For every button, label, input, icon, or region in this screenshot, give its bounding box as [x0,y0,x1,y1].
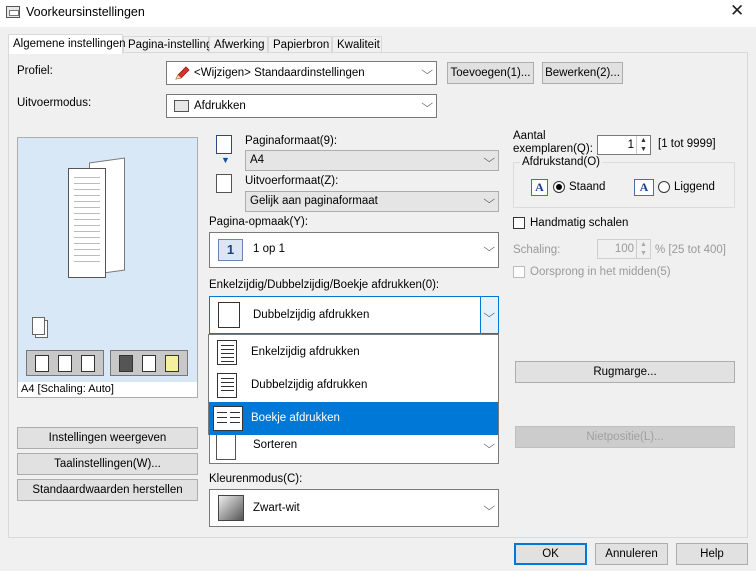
single-page-icon [34,354,49,372]
output-mode-select[interactable]: Afdrukken ⌵ [166,94,437,118]
copies-label-line2: exemplaren(Q): [513,143,593,155]
arrow-down-icon: ▼ [221,155,230,165]
scaling-value: 100 [614,243,634,255]
center-origin-checkbox[interactable] [513,266,525,278]
profile-value: <Wijzigen> Standaardinstellingen [194,67,365,79]
grayscale-icon [218,495,244,521]
page-size-value: A4 [250,154,265,166]
single-sided-icon [217,340,237,365]
color-mode-button[interactable] [110,350,188,376]
spin-arrows-icon[interactable]: ▲ ▼ [636,240,650,258]
duplex-mode-button[interactable] [26,350,104,376]
color-mode-value: Zwart-wit [253,502,300,514]
highlight-page-icon [165,354,180,372]
collate-value: Sorteren [253,439,298,451]
manual-scaling-checkbox[interactable] [513,217,525,229]
chevron-down-icon: ⌵ [482,242,495,254]
spin-arrows-icon[interactable]: ▲ ▼ [636,136,650,154]
scaling-label: Schaling: [513,244,561,256]
option-single-sided[interactable]: Enkelzijdig afdrukken [209,336,498,369]
color-mode-label: Kleurenmodus(C): [209,473,303,485]
staple-position-button[interactable]: Nietpositie(L)... [515,426,735,448]
restore-defaults-button[interactable]: Standaardwaarden herstellen [17,479,198,501]
option-double-sided[interactable]: Dubbelzijdig afdrukken [209,369,498,402]
chevron-down-icon: ⌵ [420,65,433,77]
scaling-input[interactable]: 100 ▲ ▼ [597,239,651,259]
output-mode-value: Afdrukken [194,100,246,112]
page-layout-value: 1 op 1 [253,243,285,255]
chevron-down-icon: ⌵ [420,98,433,110]
pencil-icon [174,66,190,81]
page-layout-label: Pagina-opmaak(Y): [209,216,309,228]
output-size-icon [216,174,232,193]
manual-scaling-label: Handmatig schalen [530,217,629,229]
show-settings-button[interactable]: Instellingen weergeven [17,427,198,449]
page-size-select[interactable]: A4 ⌵ [245,150,499,171]
gray-page-icon [141,354,156,372]
one-up-icon: 1 [218,239,243,261]
duplex-dropdown-list: Enkelzijdig afdrukken Dubbelzijdig afdru… [208,334,499,435]
copies-label-line1: Aantal [513,130,546,142]
output-size-select[interactable]: Gelijk aan paginaformaat ⌵ [245,191,499,212]
page-layout-select[interactable]: 1 1 op 1 ⌵ [209,232,499,268]
preview-caption: A4 [Schaling: Auto] [17,382,198,398]
add-profile-button[interactable]: Toevoegen(1)... [447,62,534,84]
landscape-label: Liggend [674,181,715,193]
printer-icon [174,100,189,112]
portrait-label: Staand [569,181,606,193]
chevron-down-icon: ⌵ [482,308,495,320]
tab-general[interactable]: Algemene instellingen [8,34,126,54]
portrait-icon: A [531,179,548,196]
duplex-select[interactable]: Dubbelzijdig afdrukken ⌵ [209,296,499,334]
orientation-group-label: Afdrukstand(O) [520,156,602,168]
window-title: Voorkeursinstellingen [26,5,145,19]
landscape-radio[interactable] [658,181,670,193]
color-page-icon [118,354,133,372]
color-mode-select[interactable]: Zwart-wit ⌵ [209,489,499,527]
scaling-range: % [25 tot 400] [655,244,726,256]
option-booklet[interactable]: Boekje afdrukken [209,402,498,435]
ok-button[interactable]: OK [514,543,587,565]
output-mode-label: Uitvoermodus: [17,97,92,109]
collate-select[interactable]: Sorteren ⌵ [209,434,499,464]
copies-value: 1 [627,139,634,151]
printer-icon [6,6,20,18]
chevron-down-icon: ⌵ [482,153,495,165]
landscape-icon: A [634,179,654,196]
profile-select[interactable]: <Wijzigen> Standaardinstellingen ⌵ [166,61,437,85]
double-page-icon [57,354,72,372]
collate-icon [216,434,236,460]
booklet-icon [81,354,96,372]
double-sided-icon [217,373,237,398]
cancel-button[interactable]: Annuleren [595,543,668,565]
center-origin-label: Oorsprong in het midden(5) [530,266,671,278]
language-settings-button[interactable]: Taalinstellingen(W)... [17,453,198,475]
copies-range: [1 tot 9999] [658,138,716,150]
duplex-page-icon [218,302,240,328]
profile-label: Profiel: [17,65,53,77]
help-button[interactable]: Help [676,543,748,565]
page-size-label: Paginaformaat(9): [245,135,338,147]
duplex-value: Dubbelzijdig afdrukken [253,309,370,321]
close-icon[interactable]: ✕ [730,1,744,21]
duplex-label: Enkelzijdig/Dubbelzijdig/Boekje afdrukke… [209,279,440,291]
chevron-down-icon: ⌵ [482,439,495,451]
title-bar: Voorkeursinstellingen ✕ [0,0,756,27]
output-size-value: Gelijk aan paginaformaat [250,195,378,207]
page-size-icon [216,135,232,154]
preview-page-front [68,168,106,278]
chevron-down-icon: ⌵ [482,501,495,513]
edit-profile-button[interactable]: Bewerken(2)... [542,62,623,84]
binding-margin-button[interactable]: Rugmarge... [515,361,735,383]
booklet-icon [213,406,243,431]
output-size-label: Uitvoerformaat(Z): [245,175,339,187]
portrait-radio[interactable] [553,181,565,193]
copies-stack-icon [32,317,45,335]
chevron-down-icon: ⌵ [482,194,495,206]
copies-input[interactable]: 1 ▲ ▼ [597,135,651,155]
